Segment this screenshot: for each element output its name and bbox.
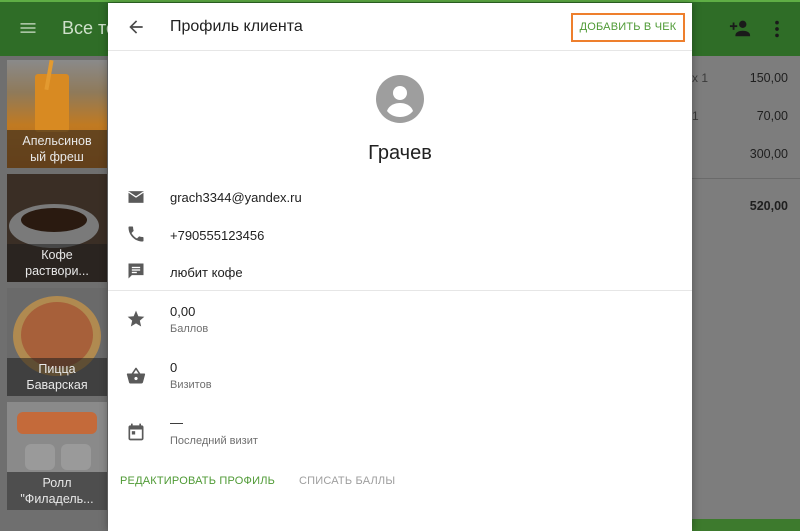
avatar-icon: [376, 75, 424, 123]
client-email: grach3344@yandex.ru: [170, 190, 302, 205]
comment-icon: [128, 263, 144, 279]
basket-icon: [126, 367, 146, 384]
more-vert-icon[interactable]: [770, 18, 784, 40]
product-tile[interactable]: Пицца Баварская: [7, 288, 107, 396]
client-comment: любит кофе: [170, 265, 243, 280]
receipt-panel: x 1 150,00 1 70,00 300,00 520,00: [692, 56, 800, 531]
arrow-back-icon[interactable]: [126, 17, 146, 37]
last-visit-value: —: [170, 415, 183, 430]
visits-label: Визитов: [170, 379, 212, 391]
receipt-amount: 300,00: [749, 147, 788, 161]
pay-button-edge[interactable]: [692, 519, 800, 531]
edit-profile-button[interactable]: РЕДАКТИРОВАТЬ ПРОФИЛЬ: [120, 475, 275, 487]
email-icon: [128, 191, 144, 203]
client-phone: +790555123456: [170, 228, 265, 243]
product-label: Ролл "Филадель...: [7, 472, 107, 510]
section-divider: [108, 290, 692, 291]
receipt-total: 520,00: [749, 199, 788, 213]
visits-value: 0: [170, 360, 178, 375]
phone-icon: [128, 226, 144, 242]
client-profile-dialog: Профиль клиента ДОБАВИТЬ В ЧЕК Грачев gr…: [108, 3, 692, 531]
receipt-divider: [692, 178, 800, 179]
product-grid: Апельсинов ый фреш Кофе раствори... Пицца Б…: [0, 56, 112, 531]
product-label: Апельсинов ый фреш: [7, 130, 107, 168]
receipt-amount: 70,00: [756, 109, 788, 123]
dialog-header: Профиль клиента ДОБАВИТЬ В ЧЕК: [108, 3, 692, 51]
product-tile[interactable]: Ролл "Филадель...: [7, 402, 107, 510]
receipt-qty: 1: [692, 109, 699, 123]
product-label: Пицца Баварская: [7, 358, 107, 396]
receipt-qty: x 1: [692, 71, 709, 85]
points-label: Баллов: [170, 323, 209, 335]
receipt-amount: 150,00: [749, 71, 788, 85]
add-person-icon[interactable]: [729, 17, 751, 39]
client-name: Грачев: [368, 142, 432, 164]
points-value: 0,00: [170, 304, 196, 319]
dialog-title: Профиль клиента: [170, 18, 303, 35]
product-tile[interactable]: Кофе раствори...: [7, 174, 107, 282]
menu-icon[interactable]: [18, 18, 38, 38]
star-icon: [127, 310, 145, 327]
spend-points-button[interactable]: СПИСАТЬ БАЛЛЫ: [299, 475, 395, 487]
calendar-icon: [128, 423, 144, 441]
add-to-receipt-button[interactable]: ДОБАВИТЬ В ЧЕК: [571, 13, 685, 42]
last-visit-label: Последний визит: [170, 435, 258, 447]
product-label: Кофе раствори...: [7, 244, 107, 282]
product-tile[interactable]: Апельсинов ый фреш: [7, 60, 107, 168]
